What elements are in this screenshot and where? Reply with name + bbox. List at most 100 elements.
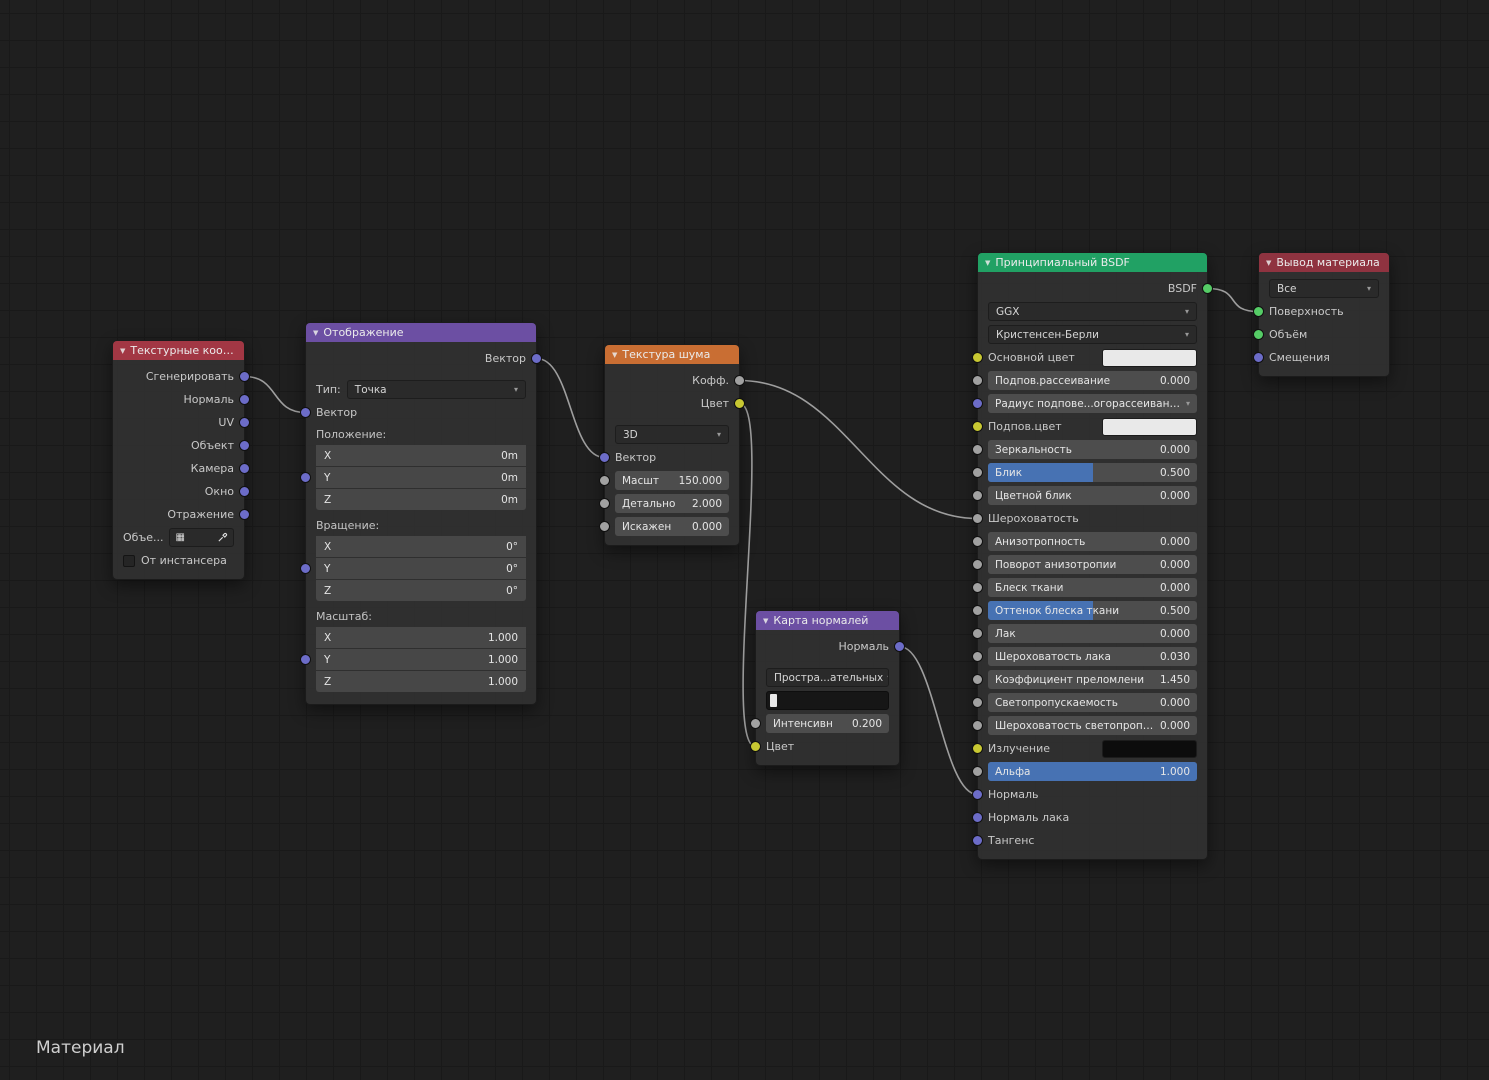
node-texture-coordinates[interactable]: ▼ Текстурные коорд... Сгенерировать Норм… <box>112 340 250 580</box>
socket-bsdf-output[interactable] <box>1202 283 1213 294</box>
socket-scale-input[interactable] <box>599 475 610 486</box>
socket-location-input[interactable] <box>300 472 311 483</box>
node-header[interactable]: ▼ Текстура шума <box>605 345 739 364</box>
scale-slider[interactable]: Масшт 150.000 <box>615 471 729 490</box>
socket-object-output[interactable] <box>239 440 250 451</box>
socket-transmission-roughness-input[interactable] <box>972 720 983 731</box>
location-x-field[interactable]: X 0m <box>316 445 526 466</box>
scale-y-field[interactable]: Y 1.000 <box>316 649 526 670</box>
from-instancer-checkbox[interactable] <box>123 554 135 567</box>
socket-anisotropic-input[interactable] <box>972 536 983 547</box>
node-header[interactable]: ▼ Отображение <box>306 323 536 342</box>
socket-camera-output[interactable] <box>239 463 250 474</box>
socket-clearcoat-input[interactable] <box>972 628 983 639</box>
space-dropdown[interactable]: Простра...ательных ▾ <box>766 668 889 687</box>
strength-slider[interactable]: Интенсивн 0.200 <box>766 714 889 733</box>
socket-color-output[interactable] <box>734 398 745 409</box>
node-header[interactable]: ▼ Принципиальный BSDF <box>978 253 1207 272</box>
transmission-slider[interactable]: Светопропускаемость 0.000 <box>988 693 1197 712</box>
distortion-slider[interactable]: Искажен 0.000 <box>615 517 729 536</box>
socket-rotation-input[interactable] <box>300 563 311 574</box>
socket-sheen-input[interactable] <box>972 582 983 593</box>
node-noise-texture[interactable]: ▼ Текстура шума Кофф. Цвет 3D ▾ Вектор М… <box>599 344 745 546</box>
node-mapping[interactable]: ▼ Отображение Вектор Тип: Точка ▾ Вектор… <box>300 322 542 705</box>
socket-normal-output[interactable] <box>239 394 250 405</box>
eyedropper-icon[interactable] <box>217 532 228 543</box>
alpha-slider[interactable]: Альфа 1.000 <box>988 762 1197 781</box>
socket-window-output[interactable] <box>239 486 250 497</box>
node-material-output[interactable]: ▼ Вывод материала Все ▾ Поверхность Объё… <box>1253 252 1390 377</box>
socket-specular-input[interactable] <box>972 467 983 478</box>
clearcoat-roughness-slider[interactable]: Шероховатость лака 0.030 <box>988 647 1197 666</box>
socket-detail-input[interactable] <box>599 498 610 509</box>
collapse-icon[interactable]: ▼ <box>120 347 125 355</box>
node-header[interactable]: ▼ Вывод материала <box>1259 253 1389 272</box>
specular-slider[interactable]: Блик 0.500 <box>988 463 1197 482</box>
socket-transmission-input[interactable] <box>972 697 983 708</box>
socket-anisotropic-rotation-input[interactable] <box>972 559 983 570</box>
socket-subsurface-radius-input[interactable] <box>972 398 983 409</box>
rotation-y-field[interactable]: Y 0° <box>316 558 526 579</box>
socket-normal-input[interactable] <box>972 789 983 800</box>
socket-sheen-tint-input[interactable] <box>972 605 983 616</box>
socket-vector-input[interactable] <box>300 407 311 418</box>
socket-surface-input[interactable] <box>1253 306 1264 317</box>
socket-color-input[interactable] <box>750 741 761 752</box>
socket-alpha-input[interactable] <box>972 766 983 777</box>
collapse-icon[interactable]: ▼ <box>763 617 768 625</box>
scale-x-field[interactable]: X 1.000 <box>316 627 526 648</box>
emission-color-swatch[interactable] <box>1102 739 1197 758</box>
socket-reflection-output[interactable] <box>239 509 250 520</box>
socket-specular-tint-input[interactable] <box>972 490 983 501</box>
location-z-field[interactable]: Z 0m <box>316 489 526 510</box>
object-field[interactable]: ▦ <box>169 528 234 547</box>
anisotropic-slider[interactable]: Анизотропность 0.000 <box>988 532 1197 551</box>
sheen-slider[interactable]: Блеск ткани 0.000 <box>988 578 1197 597</box>
metallic-slider[interactable]: Зеркальность 0.000 <box>988 440 1197 459</box>
socket-clearcoat-normal-input[interactable] <box>972 812 983 823</box>
socket-roughness-input[interactable] <box>972 513 983 524</box>
scale-z-field[interactable]: Z 1.000 <box>316 671 526 692</box>
socket-subsurface-color-input[interactable] <box>972 421 983 432</box>
socket-base-color-input[interactable] <box>972 352 983 363</box>
socket-strength-input[interactable] <box>750 718 761 729</box>
ior-slider[interactable]: Коэффициент преломлени 1.450 <box>988 670 1197 689</box>
socket-ior-input[interactable] <box>972 674 983 685</box>
socket-tangent-input[interactable] <box>972 835 983 846</box>
type-dropdown[interactable]: Точка ▾ <box>346 380 526 399</box>
socket-vector-output[interactable] <box>531 353 542 364</box>
socket-emission-input[interactable] <box>972 743 983 754</box>
socket-vector-input[interactable] <box>599 452 610 463</box>
node-header[interactable]: ▼ Текстурные коорд... <box>113 341 244 360</box>
detail-slider[interactable]: Детально 2.000 <box>615 494 729 513</box>
socket-volume-input[interactable] <box>1253 329 1264 340</box>
collapse-icon[interactable]: ▼ <box>313 329 318 337</box>
specular-tint-slider[interactable]: Цветной блик 0.000 <box>988 486 1197 505</box>
socket-clearcoat-roughness-input[interactable] <box>972 651 983 662</box>
collapse-icon[interactable]: ▼ <box>985 259 990 267</box>
dimensions-dropdown[interactable]: 3D ▾ <box>615 425 729 444</box>
node-normal-map[interactable]: ▼ Карта нормалей Нормаль Простра...атель… <box>750 610 905 766</box>
base-color-swatch[interactable] <box>1102 348 1197 367</box>
socket-displacement-input[interactable] <box>1253 352 1264 363</box>
location-y-field[interactable]: Y 0m <box>316 467 526 488</box>
distribution-dropdown[interactable]: GGX ▾ <box>988 302 1197 321</box>
node-editor-canvas[interactable]: ▼ Текстурные коорд... Сгенерировать Норм… <box>0 0 1489 1080</box>
uvmap-field[interactable] <box>766 691 889 710</box>
socket-uv-output[interactable] <box>239 417 250 428</box>
subsurface-radius-dropdown[interactable]: Радиус подпове...огорассеивания ▾ <box>988 394 1197 413</box>
anisotropic-rotation-slider[interactable]: Поворот анизотропии 0.000 <box>988 555 1197 574</box>
subsurface-method-dropdown[interactable]: Кристенсен-Берли ▾ <box>988 325 1197 344</box>
subsurface-slider[interactable]: Подпов.рассеивание 0.000 <box>988 371 1197 390</box>
socket-subsurface-input[interactable] <box>972 375 983 386</box>
sheen-tint-slider[interactable]: Оттенок блеска ткани 0.500 <box>988 601 1197 620</box>
target-dropdown[interactable]: Все ▾ <box>1269 279 1379 298</box>
socket-generated-output[interactable] <box>239 371 250 382</box>
socket-metallic-input[interactable] <box>972 444 983 455</box>
clearcoat-slider[interactable]: Лак 0.000 <box>988 624 1197 643</box>
subsurface-color-swatch[interactable] <box>1102 417 1197 436</box>
socket-distortion-input[interactable] <box>599 521 610 532</box>
rotation-x-field[interactable]: X 0° <box>316 536 526 557</box>
transmission-roughness-slider[interactable]: Шероховатость светопропуска 0.000 <box>988 716 1197 735</box>
socket-scale-input[interactable] <box>300 654 311 665</box>
